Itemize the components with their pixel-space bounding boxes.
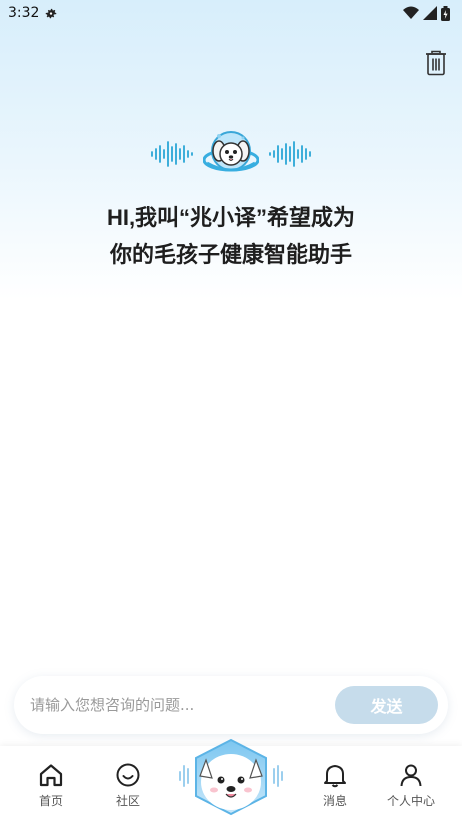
nav-item-profile[interactable]: 个人中心	[376, 746, 446, 821]
dog-mascot-icon	[203, 131, 259, 172]
trash-icon	[426, 50, 446, 76]
smile-icon	[116, 763, 140, 787]
clear-chat-button[interactable]	[424, 50, 448, 76]
greeting-title: HI,我叫“兆小译”希望成为 你的毛孩子健康智能助手	[0, 199, 462, 273]
chat-input-bar: 发送	[14, 676, 448, 734]
nav-label-community: 社区	[115, 794, 140, 808]
home-icon	[39, 764, 63, 787]
bell-icon	[324, 765, 346, 788]
nav-label-home: 首页	[38, 794, 63, 808]
nav-label-messages: 消息	[322, 794, 347, 808]
mascot-assistant-icon	[179, 738, 283, 816]
greeting-line-2: 你的毛孩子健康智能助手	[109, 242, 352, 267]
sound-wave-icon	[151, 141, 193, 167]
nav-label-profile: 个人中心	[386, 794, 435, 808]
status-time: 3:32	[8, 5, 40, 21]
user-icon	[400, 764, 422, 787]
send-button[interactable]: 发送	[335, 686, 438, 724]
nav-item-assistant[interactable]	[176, 738, 286, 816]
wifi-icon	[403, 6, 419, 19]
battery-icon	[441, 5, 450, 21]
settings-icon	[46, 8, 57, 19]
nav-item-home[interactable]: 首页	[16, 746, 86, 821]
question-input[interactable]	[30, 685, 335, 725]
nav-item-messages[interactable]: 消息	[300, 746, 370, 821]
status-bar: 3:32	[0, 0, 462, 26]
signal-icon	[423, 6, 437, 20]
greeting-line-1: HI,我叫“兆小译”希望成为	[106, 205, 356, 230]
sound-wave-icon	[269, 141, 311, 167]
hero-logo	[150, 126, 312, 182]
bottom-nav: 首页 社区 消息 个人中心	[0, 738, 462, 821]
nav-item-community[interactable]: 社区	[93, 746, 163, 821]
